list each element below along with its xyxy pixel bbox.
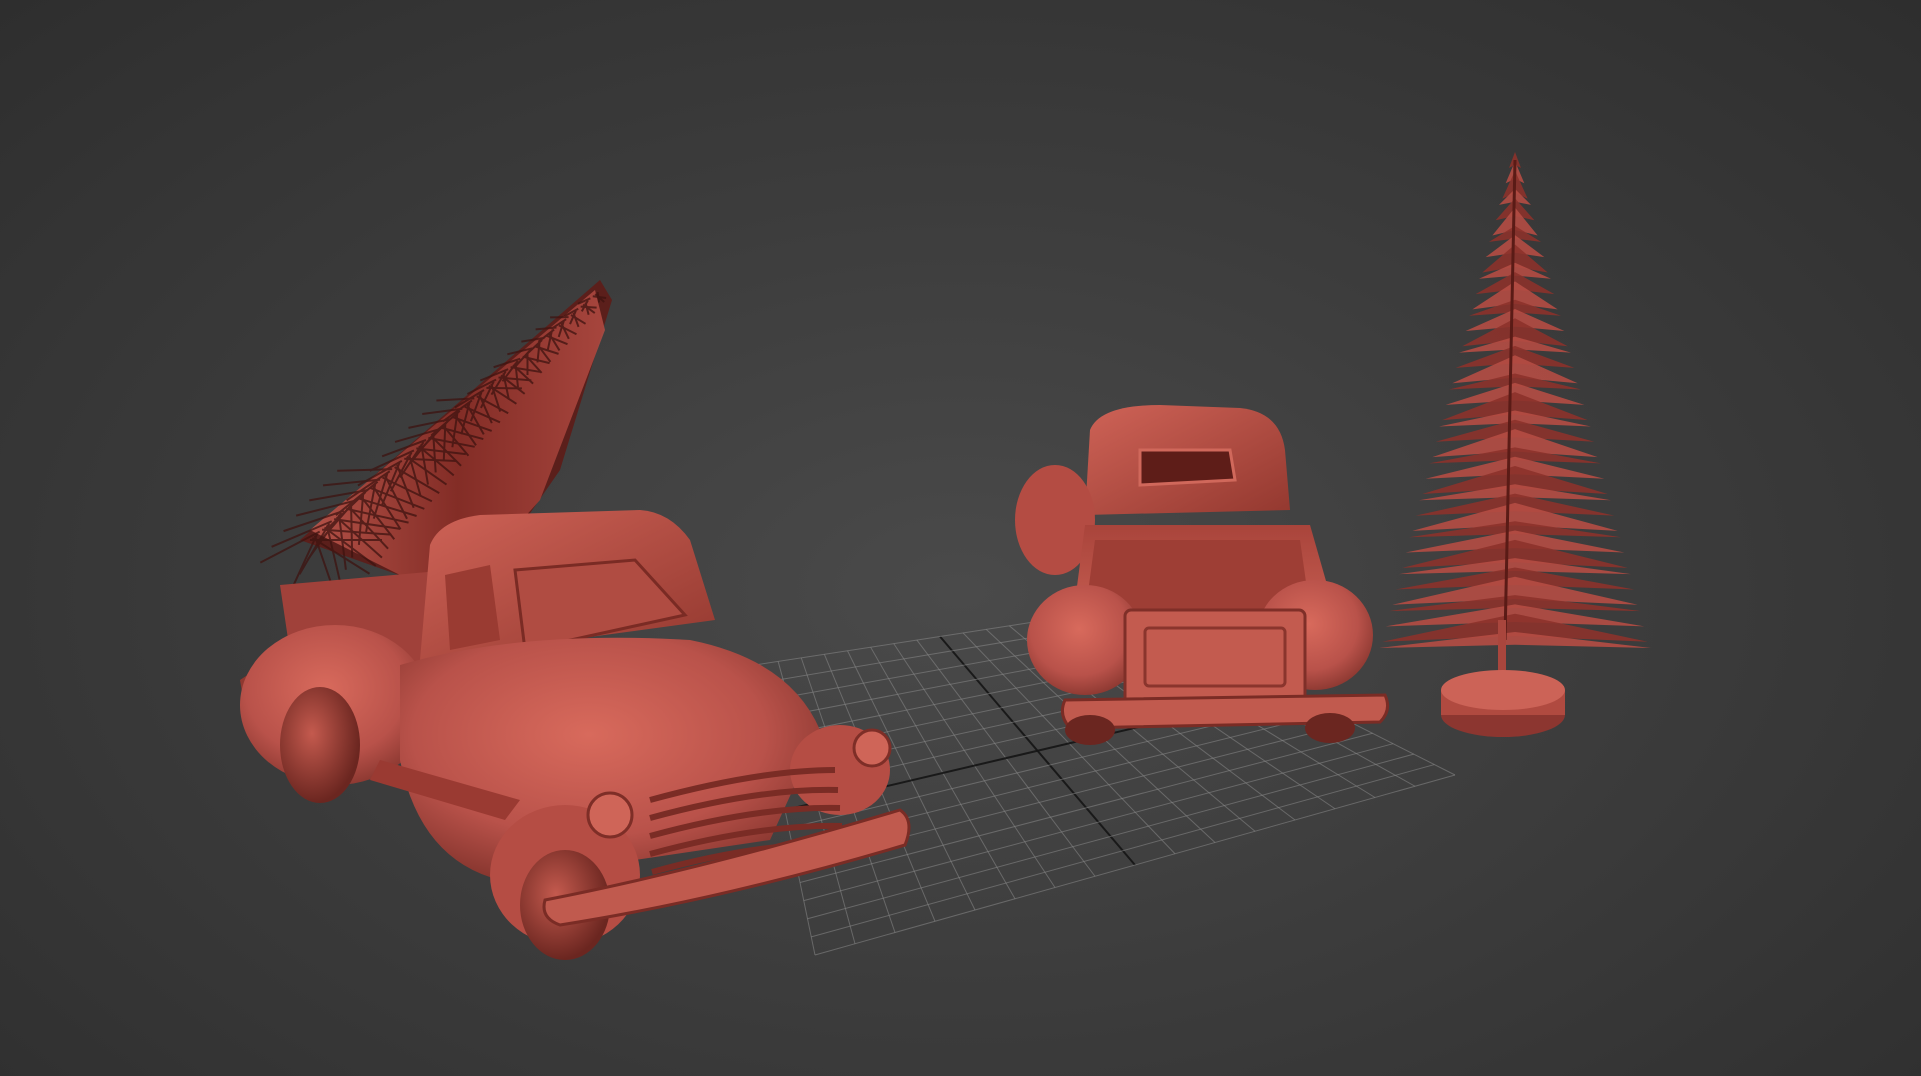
tailgate	[1123, 608, 1307, 707]
grid-line	[814, 774, 1456, 956]
bottle-brush-tree[interactable]	[1379, 152, 1651, 737]
rear-truck-wheel-left	[1065, 715, 1115, 745]
truck-front-three-quarter[interactable]	[240, 280, 911, 960]
rear-truck-wheel-right	[1305, 713, 1355, 743]
tree-bristle	[350, 504, 354, 558]
tree-base-top	[1441, 670, 1565, 710]
truck-rear-view[interactable]	[1015, 405, 1390, 745]
rear-window	[1138, 448, 1237, 487]
viewport-scene[interactable]	[0, 0, 1921, 1076]
grid-line	[811, 764, 1435, 938]
rear-wheel	[280, 687, 360, 803]
tree-bristle	[291, 533, 319, 590]
headlight-right	[852, 728, 892, 768]
3d-viewport[interactable]	[0, 0, 1921, 1076]
headlight-left	[586, 791, 634, 839]
tree-bristles	[1379, 152, 1651, 648]
